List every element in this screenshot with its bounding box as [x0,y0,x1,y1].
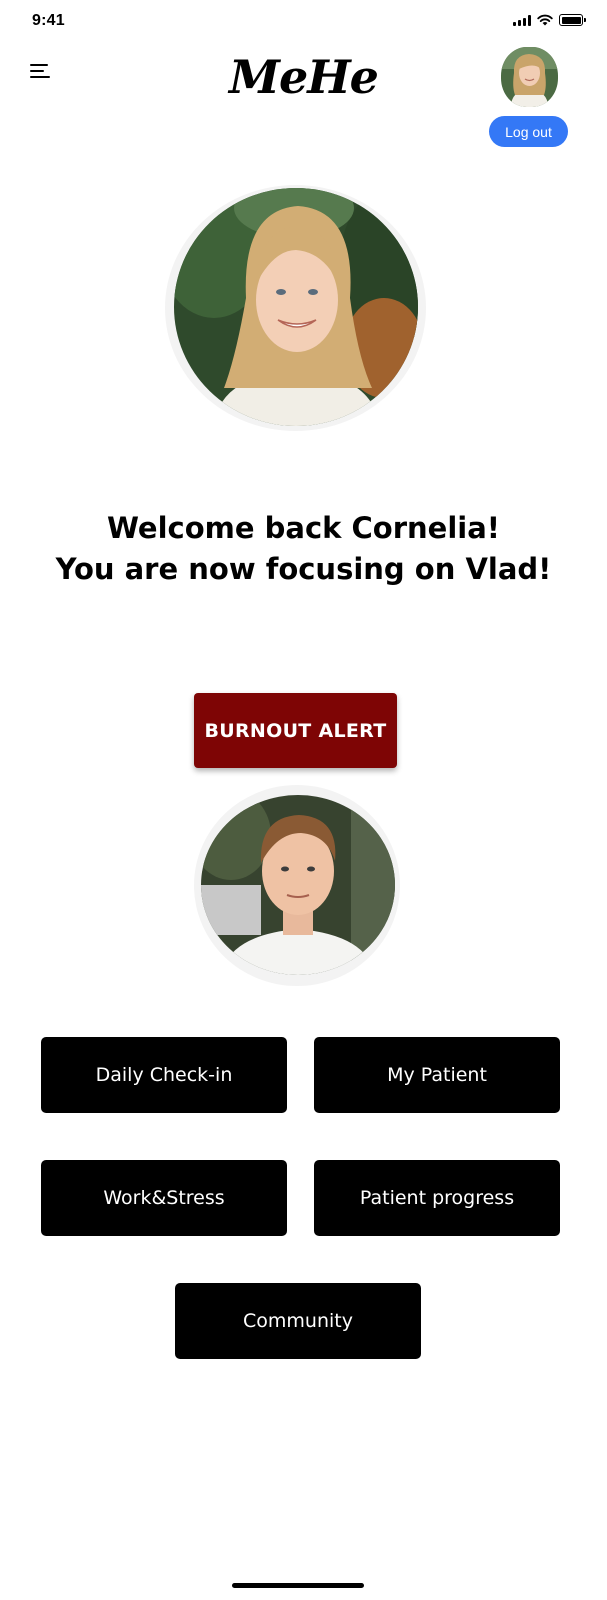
caregiver-photo [174,188,418,426]
my-patient-button[interactable]: My Patient [314,1037,560,1113]
welcome-line-2: You are now focusing on Vlad! [55,552,552,586]
daily-checkin-button[interactable]: Daily Check-in [41,1037,287,1113]
status-time: 9:41 [32,12,65,29]
community-button[interactable]: Community [175,1283,421,1359]
logout-button[interactable]: Log out [489,116,568,147]
work-stress-button[interactable]: Work&Stress [41,1160,287,1236]
battery-icon [559,14,586,26]
caregiver-avatar-image [501,47,558,107]
welcome-line-1: Welcome back Cornelia! [106,511,501,545]
status-icons [513,14,586,26]
patient-portrait-image [201,795,395,975]
caregiver-portrait-image [174,188,418,426]
home-indicator[interactable] [232,1583,364,1588]
user-avatar[interactable] [501,47,558,107]
cellular-signal-icon [513,14,531,26]
burnout-alert-button[interactable]: BURNOUT ALERT [194,693,397,768]
patient-photo[interactable] [201,795,395,975]
welcome-message: Welcome back Cornelia! You are now focus… [0,508,607,590]
wifi-icon [537,14,553,26]
home-screen: 9:41 MeHe Log out Welcome back Cornelia!… [0,0,607,1600]
patient-progress-button[interactable]: Patient progress [314,1160,560,1236]
